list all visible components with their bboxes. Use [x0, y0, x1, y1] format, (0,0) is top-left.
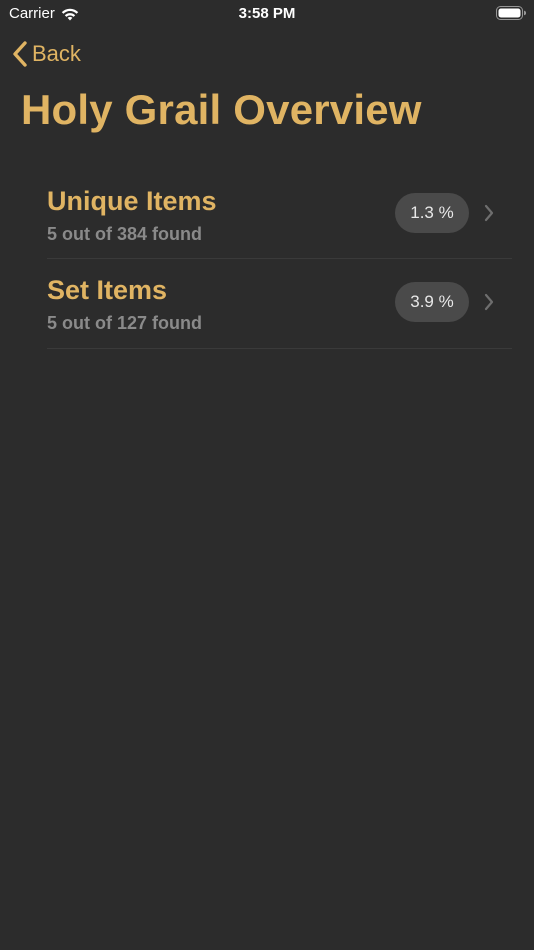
percent-badge: 1.3 % — [395, 193, 469, 233]
screen: Carrier 3:58 PM Back Holy Grail Overview… — [0, 0, 534, 950]
page-title: Holy Grail Overview — [21, 86, 422, 133]
chevron-left-icon — [13, 41, 27, 67]
list-item-unique-items[interactable]: Unique Items 5 out of 384 found 1.3 % — [47, 170, 512, 259]
chevron-right-icon — [484, 293, 494, 311]
chevron-right-icon — [484, 204, 494, 222]
battery-icon — [496, 6, 526, 20]
list-item-title: Unique Items — [47, 186, 217, 216]
status-time: 3:58 PM — [238, 5, 296, 22]
list-item-subtitle: 5 out of 384 found — [47, 224, 202, 244]
list-item-set-items[interactable]: Set Items 5 out of 127 found 3.9 % — [47, 259, 512, 349]
back-button[interactable]: Back — [12, 38, 81, 70]
overview-list: Unique Items 5 out of 384 found 1.3 % Se… — [47, 170, 512, 349]
list-item-subtitle: 5 out of 127 found — [47, 313, 202, 333]
list-item-title: Set Items — [47, 275, 168, 305]
back-label: Back — [32, 41, 81, 66]
status-bar: Carrier 3:58 PM — [0, 0, 534, 28]
percent-badge: 3.9 % — [395, 282, 469, 322]
